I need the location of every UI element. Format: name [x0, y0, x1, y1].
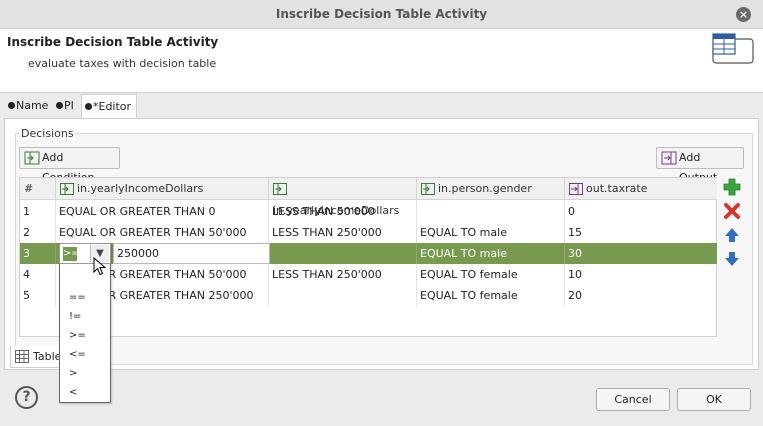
operator-option[interactable]: < — [69, 383, 107, 402]
column-header-label: in.person.gender — [438, 182, 532, 195]
condition-column-icon — [273, 183, 287, 195]
tab-name[interactable]: Name — [5, 94, 51, 118]
tab-table[interactable]: Table — [10, 346, 62, 368]
table-cell[interactable]: 20 — [565, 285, 715, 306]
table-cell[interactable]: EQUAL TO male — [417, 243, 565, 264]
cancel-button[interactable]: Cancel — [596, 388, 670, 411]
table-cell[interactable] — [269, 243, 417, 264]
table-cell[interactable]: LESS THAN 250'000 — [269, 264, 417, 285]
operator-option[interactable]: == — [69, 288, 107, 307]
table-cell[interactable]: EQUAL OR GREATER THAN 0 — [56, 201, 269, 222]
operator-option[interactable]: >= — [69, 326, 107, 345]
operator-selected-value: >= — [63, 247, 80, 261]
dialog-title: Inscribe Decision Table Activity — [7, 35, 219, 49]
help-button[interactable]: ? — [15, 386, 38, 409]
row-actions — [719, 177, 745, 273]
tab-editor-label: Editor — [98, 100, 132, 113]
delete-row-icon[interactable] — [722, 201, 742, 221]
operator-option[interactable]: != — [69, 307, 107, 326]
add-condition-button[interactable]: Add Condition — [19, 147, 120, 184]
status-dot-icon — [56, 102, 63, 109]
move-up-icon[interactable] — [722, 225, 742, 245]
window-title: Inscribe Decision Table Activity — [275, 7, 488, 21]
status-dot-icon — [8, 102, 15, 109]
table-cell[interactable]: LESS THAN 250'000 — [269, 222, 417, 243]
status-dot-icon — [85, 103, 92, 110]
close-button[interactable]: × — [736, 7, 751, 22]
table-cell[interactable]: 30 — [565, 243, 715, 264]
dialog-description: evaluate taxes with decision table — [28, 57, 217, 70]
ok-button[interactable]: OK — [677, 388, 751, 411]
table-cell[interactable]: LESS THAN 50'000 — [269, 201, 417, 222]
help-icon: ? — [22, 389, 31, 405]
condition-value-input[interactable]: 250000 — [113, 243, 270, 264]
tab-editor[interactable]: *Editor — [81, 94, 137, 118]
table-cell[interactable]: EQUAL TO female — [417, 264, 565, 285]
table-cell[interactable]: 10 — [565, 264, 715, 285]
tab-name-label: Name — [16, 99, 49, 112]
table-cell[interactable]: EQUAL TO male — [417, 222, 565, 243]
add-output-button[interactable]: Add Output — [656, 147, 744, 184]
column-header-condition-2[interactable]: in.yearlyIncomeDollars — [269, 178, 417, 217]
table-icon — [15, 350, 29, 363]
output-column-icon — [569, 183, 583, 195]
editor-tabs: Name PI *Editor — [0, 94, 763, 118]
row-index: 3 — [20, 243, 56, 264]
table-cell[interactable]: 15 — [565, 222, 715, 243]
table-cell[interactable]: EQUAL TO female — [417, 285, 565, 306]
move-down-icon[interactable] — [722, 249, 742, 269]
column-header-condition-1[interactable]: in.yearlyIncomeDollars — [56, 178, 269, 200]
column-header-label: in.yearlyIncomeDollars — [77, 182, 204, 195]
column-header-output[interactable]: out.taxrate — [565, 178, 717, 200]
tab-pi-label: PI — [64, 99, 74, 112]
table-cell[interactable] — [269, 285, 417, 306]
column-header-condition-3[interactable]: in.person.gender — [417, 178, 565, 200]
table-cell[interactable]: EQUAL OR GREATER THAN 50'000 — [56, 222, 269, 243]
column-header-label: out.taxrate — [586, 182, 648, 195]
column-header-index[interactable]: # — [20, 178, 56, 200]
table-cell[interactable] — [417, 201, 565, 222]
row-index: 4 — [20, 264, 56, 285]
condition-column-icon — [60, 183, 74, 195]
operator-option[interactable]: > — [69, 364, 107, 383]
add-output-icon — [661, 151, 677, 165]
row-index: 1 — [20, 201, 56, 222]
row-index: 2 — [20, 222, 56, 243]
mouse-cursor-icon — [93, 257, 107, 276]
decision-table-icon — [712, 33, 754, 64]
decisions-group-label: Decisions — [20, 127, 75, 140]
window-titlebar: Inscribe Decision Table Activity × — [0, 0, 763, 29]
dialog-header: Inscribe Decision Table Activity evaluat… — [0, 29, 763, 93]
add-condition-icon — [24, 151, 40, 165]
condition-column-icon — [421, 183, 435, 195]
tab-pi[interactable]: PI — [53, 94, 77, 118]
close-icon: × — [738, 8, 749, 21]
tab-table-label: Table — [33, 350, 62, 363]
operator-option[interactable]: <= — [69, 345, 107, 364]
table-cell[interactable]: 0 — [565, 201, 715, 222]
row-index: 5 — [20, 285, 56, 306]
add-row-icon[interactable] — [722, 177, 742, 197]
